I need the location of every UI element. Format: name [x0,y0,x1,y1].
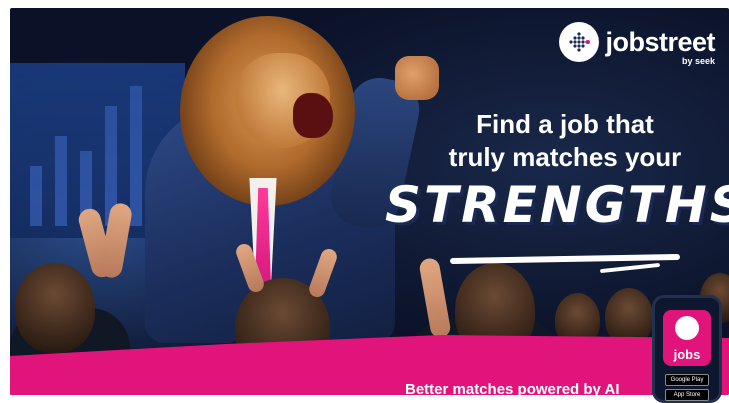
jobstreet-dots-icon [559,22,600,62]
headline-emphasis: STRENGTHS [385,176,729,234]
brush-underline-tail [599,262,661,274]
headline-line2: truly matches your [448,142,682,172]
app-dots-icon [675,316,699,340]
tagline: Better matches powered by AI [405,381,620,395]
app-label: jobs [673,347,701,362]
ad-banner: jobstreet by seek Find a job that truly … [10,8,729,395]
headline: Find a job that truly matches your [415,108,715,174]
jobstreet-logo[interactable]: jobstreet by seek [559,22,715,66]
phone-mockup: jobs Google Play App Store [652,295,722,403]
app-store-badge[interactable]: App Store [665,389,709,401]
brand-name: jobstreet [605,26,715,57]
jobs-app-icon[interactable]: jobs [663,310,711,366]
headline-line1: Find a job that [476,109,654,139]
brush-underline [449,253,681,265]
brand-sub: by seek [681,56,715,66]
google-play-badge[interactable]: Google Play [665,374,709,386]
